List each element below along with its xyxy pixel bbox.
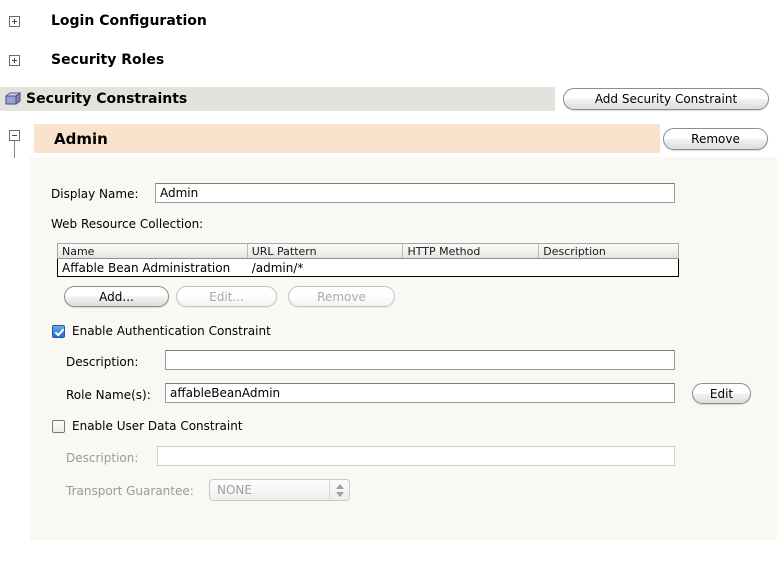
add-resource-button[interactable]: Add... <box>64 286 169 307</box>
enable-auth-constraint-checkbox[interactable] <box>52 325 65 338</box>
auth-description-input[interactable] <box>165 350 675 370</box>
role-names-label: Role Name(s): <box>66 388 151 402</box>
user-data-description-label: Description: <box>66 451 138 465</box>
edit-resource-button: Edit... <box>176 286 277 307</box>
security-constraints-icon <box>5 92 21 106</box>
cell-url-pattern: /admin/* <box>248 261 404 275</box>
transport-guarantee-label: Transport Guarantee: <box>66 484 194 498</box>
chevron-up-icon <box>336 484 344 489</box>
column-header-http-method[interactable]: HTTP Method <box>403 244 539 258</box>
constraint-header-band: Admin <box>34 124 660 153</box>
remove-constraint-button[interactable]: Remove <box>663 128 768 150</box>
transport-guarantee-value: NONE <box>210 483 329 497</box>
chevron-down-icon <box>336 492 344 497</box>
minus-expander-icon[interactable] <box>9 130 20 141</box>
column-header-url-pattern[interactable]: URL Pattern <box>248 244 404 258</box>
add-security-constraint-button[interactable]: Add Security Constraint <box>563 88 769 110</box>
section-title-security-roles: Security Roles <box>51 52 164 68</box>
enable-auth-constraint-label: Enable Authentication Constraint <box>72 324 271 338</box>
remove-resource-button: Remove <box>288 286 395 307</box>
plus-expander-icon[interactable] <box>9 55 20 66</box>
enable-auth-constraint-checkbox-row[interactable]: Enable Authentication Constraint <box>52 324 271 338</box>
table-header-row: Name URL Pattern HTTP Method Description <box>57 243 679 259</box>
section-title-login-configuration: Login Configuration <box>51 13 207 29</box>
security-constraints-band: Security Constraints <box>0 87 555 111</box>
security-constraints-title: Security Constraints <box>26 91 187 107</box>
role-names-input[interactable]: affableBeanAdmin <box>165 383 675 403</box>
table-row[interactable]: Affable Bean Administration /admin/* <box>58 259 678 276</box>
column-header-description[interactable]: Description <box>539 244 678 258</box>
column-header-name[interactable]: Name <box>58 244 248 258</box>
auth-description-label: Description: <box>66 355 138 369</box>
stepper-arrows <box>329 480 349 500</box>
display-name-input[interactable]: Admin <box>155 183 675 203</box>
enable-user-data-constraint-checkbox-row[interactable]: Enable User Data Constraint <box>52 419 243 433</box>
table-body: Affable Bean Administration /admin/* <box>57 259 679 277</box>
enable-user-data-constraint-label: Enable User Data Constraint <box>72 419 243 433</box>
constraint-name: Admin <box>54 130 108 148</box>
enable-user-data-constraint-checkbox[interactable] <box>52 420 65 433</box>
display-name-label: Display Name: <box>51 187 139 201</box>
transport-guarantee-stepper: NONE <box>209 479 350 501</box>
web-resource-collection-table[interactable]: Name URL Pattern HTTP Method Description… <box>57 243 679 277</box>
constraint-detail-panel <box>30 157 777 540</box>
tree-row-security-roles[interactable]: Security Roles <box>0 41 777 79</box>
cell-name: Affable Bean Administration <box>58 261 248 275</box>
admin-expander-wrap[interactable] <box>9 130 22 160</box>
tree-connector-line <box>14 141 15 158</box>
plus-expander-icon[interactable] <box>9 16 20 27</box>
web-resource-collection-label: Web Resource Collection: <box>51 217 203 231</box>
edit-roles-button[interactable]: Edit <box>692 383 751 404</box>
user-data-description-input <box>157 446 675 466</box>
tree-row-login-configuration[interactable]: Login Configuration <box>0 2 777 40</box>
